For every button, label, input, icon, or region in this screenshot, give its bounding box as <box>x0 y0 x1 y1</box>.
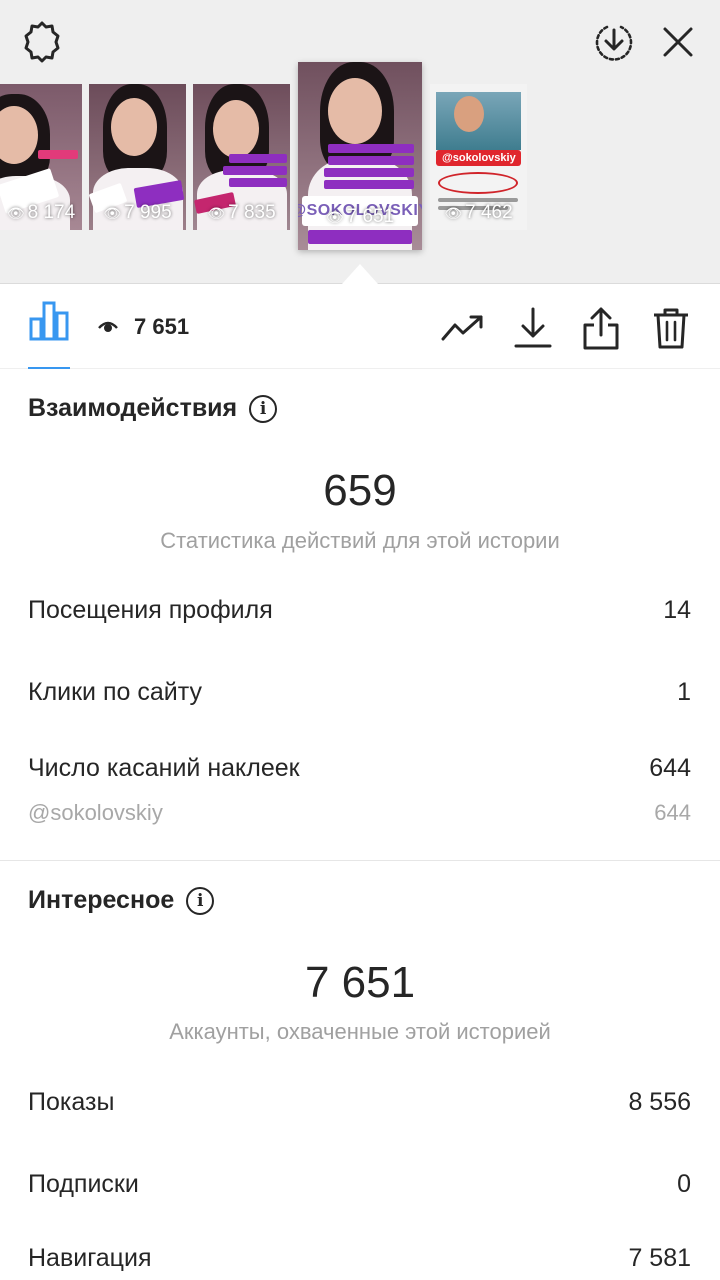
story-thumbnails: 👁 8 174 👁 7 995 👁 7 835 @SOKOLOVSKI 👁 7 … <box>0 62 720 262</box>
metric-row: Показы 8 556 <box>28 1088 691 1117</box>
metric-sub-label: @sokolovskiy <box>28 800 163 825</box>
info-icon[interactable]: i <box>249 394 278 423</box>
delete-button[interactable] <box>646 303 696 353</box>
interactions-caption: Статистика действий для этой истории <box>160 528 560 553</box>
gear-icon <box>24 21 60 63</box>
story-thumbnail[interactable]: 👁 7 995 <box>89 84 186 230</box>
close-button[interactable] <box>654 18 702 66</box>
trending-icon <box>441 315 483 341</box>
metric-value: 0 <box>677 1170 691 1198</box>
active-tab-indicator <box>28 367 70 369</box>
thumbnail-views: 👁 8 174 <box>6 202 76 223</box>
thumbnail-views: 👁 7 651 <box>325 206 395 227</box>
eye-icon <box>98 321 118 332</box>
metric-label: Посещения профиля <box>28 596 273 624</box>
thumbnail-views-value: 7 462 <box>465 202 513 223</box>
metric-label: Подписки <box>28 1170 139 1198</box>
thumbnail-views-value: 7 835 <box>228 202 276 223</box>
promote-button[interactable] <box>438 303 488 353</box>
download-circle-icon <box>595 25 633 61</box>
interactions-header: Взаимодействия i <box>28 394 278 423</box>
metric-value: 1 <box>677 678 691 706</box>
tab-insights[interactable] <box>24 299 74 369</box>
views-total: 7 651 <box>98 309 189 345</box>
selection-caret <box>342 264 378 284</box>
save-story-button[interactable] <box>590 18 638 66</box>
metric-row: Число касаний наклеек 644 <box>28 754 691 783</box>
metric-label: Показы <box>28 1088 115 1116</box>
metric-row: Клики по сайту 1 <box>28 678 691 707</box>
info-icon[interactable]: i <box>186 886 215 915</box>
section-title: Взаимодействия <box>28 394 238 422</box>
interactions-total: 659 <box>323 466 397 515</box>
metric-value: 7 581 <box>628 1244 691 1272</box>
metric-value: 644 <box>649 754 691 782</box>
close-icon <box>663 27 693 57</box>
insights-toolbar: 7 651 <box>0 285 720 369</box>
story-thumbnail[interactable]: 👁 8 174 <box>0 84 82 230</box>
thumbnail-views-value: 7 651 <box>346 206 395 227</box>
story-thumbnail-selected[interactable]: @SOKOLOVSKIY 👁7 651 <box>298 62 422 250</box>
metric-row: Подписки 0 <box>28 1170 691 1199</box>
metric-row: Навигация 7 581 <box>28 1244 691 1273</box>
metric-sub-value: 644 <box>654 800 691 825</box>
metric-label: Число касаний наклеек <box>28 754 300 782</box>
metric-value: 8 556 <box>628 1088 691 1116</box>
metric-sub-row: @sokolovskiy 644 <box>28 800 691 826</box>
story-thumbnail[interactable]: @sokolovskiy 👁 7 462 <box>430 84 527 230</box>
share-icon <box>583 307 619 350</box>
discovery-header: Интересное i <box>28 886 215 915</box>
bar-chart-icon <box>29 301 69 341</box>
discovery-caption: Аккаунты, охваченные этой историей <box>169 1019 551 1044</box>
metric-value: 14 <box>663 596 691 624</box>
section-title: Интересное <box>28 886 175 914</box>
metric-label: Клики по сайту <box>28 678 202 706</box>
settings-button[interactable] <box>18 18 66 66</box>
story-thumbnail[interactable]: 👁 7 835 <box>193 84 290 230</box>
download-button[interactable] <box>508 303 558 353</box>
thumbnail-views: 👁 7 835 <box>207 202 276 223</box>
thumbnail-views: 👁 7 995 <box>103 202 172 223</box>
trash-icon <box>654 308 688 349</box>
metric-label: Навигация <box>28 1244 152 1272</box>
share-button[interactable] <box>576 303 626 353</box>
thumbnail-views-value: 8 174 <box>27 202 76 223</box>
discovery-total: 7 651 <box>304 958 416 1007</box>
metric-row: Посещения профиля 14 <box>28 596 691 625</box>
story-reel-area: 👁 8 174 👁 7 995 👁 7 835 @SOKOLOVSKI 👁 7 … <box>0 0 720 284</box>
section-divider <box>0 860 720 861</box>
views-count: 7 651 <box>134 314 190 339</box>
thumbnail-views-value: 7 995 <box>124 202 172 223</box>
thumbnail-views: 👁 7 462 <box>444 202 513 223</box>
download-icon <box>514 307 552 348</box>
mention-sticker: @sokolovskiy <box>436 150 521 166</box>
